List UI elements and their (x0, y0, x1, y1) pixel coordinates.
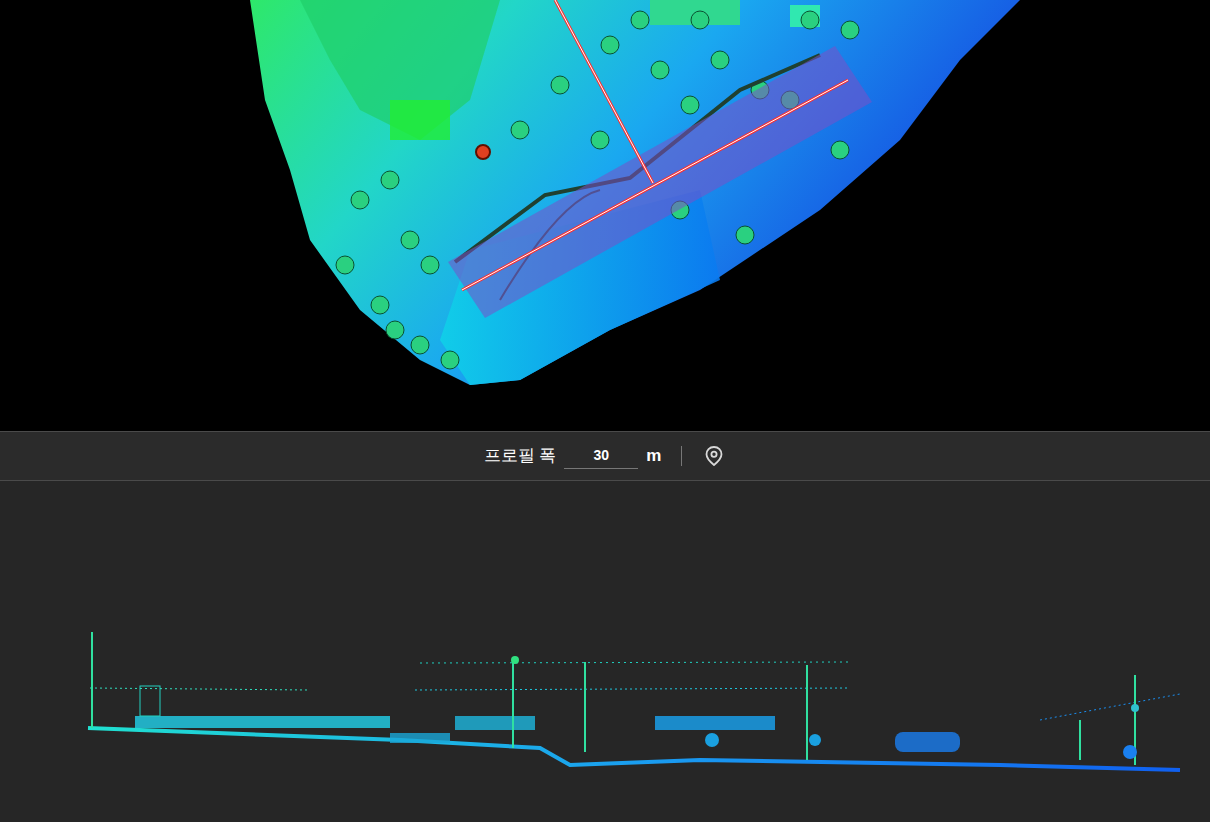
point-cloud-map[interactable] (0, 0, 1210, 431)
profile-width-input[interactable] (564, 443, 638, 469)
profile-width-label: 프로필 폭 (484, 443, 557, 469)
lidar-viewer: 프로필 폭 m (0, 0, 1210, 822)
location-pin-icon (705, 446, 723, 466)
point-cloud-plan-icon (0, 0, 1210, 431)
profile-width-unit: m (646, 443, 661, 469)
elevation-profile-icon (0, 481, 1210, 822)
locate-button[interactable] (702, 444, 726, 468)
profile-view[interactable] (0, 481, 1210, 822)
toolbar-separator (681, 446, 682, 466)
profile-toolbar: 프로필 폭 m (0, 431, 1210, 481)
